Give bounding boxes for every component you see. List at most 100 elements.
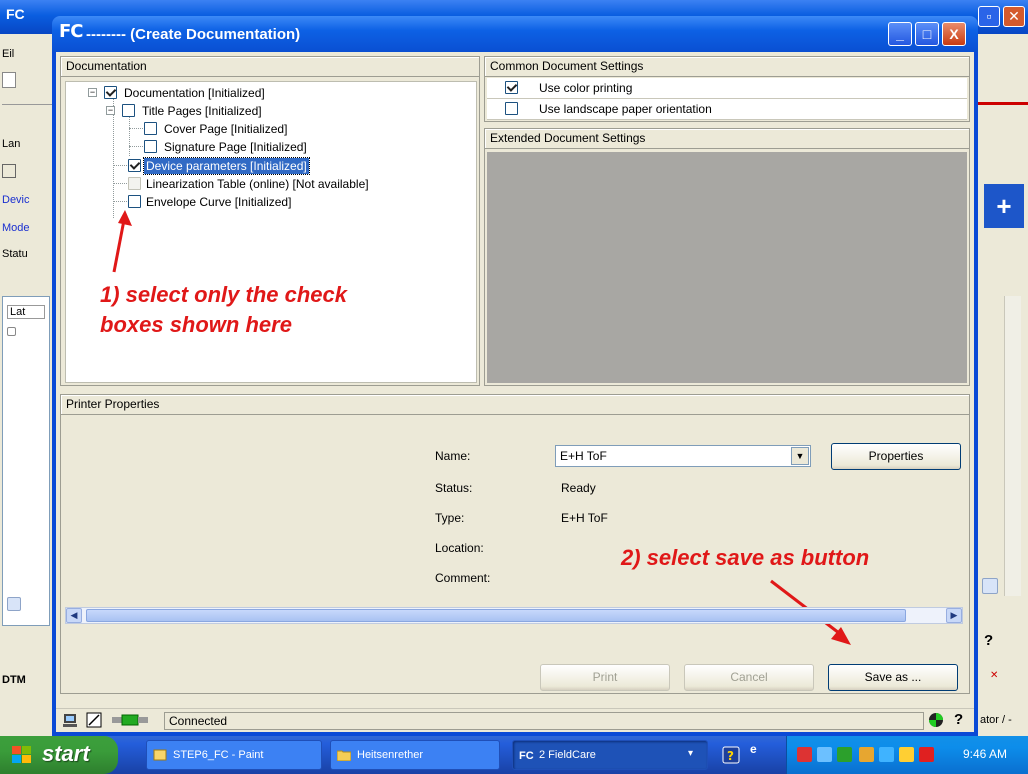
taskbar-item-label: 2 FieldCare bbox=[539, 749, 596, 761]
help-tray-icon[interactable]: ? bbox=[722, 746, 740, 764]
checkbox-device-parameters[interactable] bbox=[128, 159, 141, 172]
background-label-lan: Lan bbox=[2, 138, 21, 150]
printer-properties-group: Printer Properties Name: E+H ToF ▼ Prope… bbox=[60, 394, 970, 694]
help-icon[interactable]: ? bbox=[954, 711, 963, 728]
taskbar-item-label: Heitsenrether bbox=[357, 749, 424, 761]
taskbar-group-arrow-icon[interactable]: ▾ bbox=[688, 748, 693, 759]
checkbox-title-pages[interactable] bbox=[122, 104, 135, 117]
tree-item-title-pages[interactable]: − Title Pages [Initialized] bbox=[66, 102, 466, 120]
tree-item-envelope-curve[interactable]: Envelope Curve [Initialized] bbox=[66, 193, 466, 211]
taskbar-item-folder[interactable]: Heitsenrether bbox=[330, 740, 500, 770]
printer-status-value: Ready bbox=[561, 481, 596, 495]
background-dtm-tab[interactable]: DTM bbox=[2, 674, 50, 686]
computer-icon bbox=[63, 714, 77, 727]
system-tray: 9:46 AM bbox=[786, 736, 1028, 774]
printer-name-value: E+H ToF bbox=[560, 449, 607, 463]
connection-icon bbox=[112, 714, 148, 726]
svg-text:?: ? bbox=[727, 749, 734, 763]
dialog-body: Documentation − Documentation [Initializ… bbox=[56, 52, 974, 732]
tree-item-signature-page[interactable]: Signature Page [Initialized] bbox=[66, 138, 466, 156]
dialog-titlebar[interactable]: FC -------- (Create Documentation) _ □ X bbox=[52, 16, 978, 52]
background-vertical-scrollbar[interactable] bbox=[1004, 296, 1021, 596]
antivirus-icon[interactable] bbox=[797, 747, 812, 762]
common-settings-header: Common Document Settings bbox=[485, 57, 969, 77]
option-color-printing[interactable]: Use color printing bbox=[487, 78, 967, 99]
background-right-panel: + ? ✕ ator / - bbox=[978, 34, 1028, 734]
printer-horizontal-scrollbar[interactable]: ◀ ▶ bbox=[65, 607, 963, 624]
background-help-icon[interactable]: ? bbox=[984, 632, 1024, 652]
windows-logo-icon bbox=[12, 746, 31, 763]
checkbox-color-printing[interactable] bbox=[505, 81, 518, 94]
extended-settings-header: Extended Document Settings bbox=[485, 129, 969, 149]
documentation-group: Documentation − Documentation [Initializ… bbox=[60, 56, 480, 386]
taskbar-item-fieldcare[interactable]: FC 2 FieldCare bbox=[512, 740, 708, 770]
background-expand-icon[interactable] bbox=[7, 327, 16, 336]
background-status-text: ator / - bbox=[980, 714, 1012, 726]
ie-tray-icon[interactable]: e bbox=[750, 742, 757, 756]
windows-taskbar: start STEP6_FC - Paint Heitsenrether FC … bbox=[0, 736, 1028, 774]
printer-properties-header: Printer Properties bbox=[61, 395, 969, 415]
usb-icon[interactable] bbox=[899, 747, 914, 762]
printer-type-label: Type: bbox=[435, 511, 465, 525]
background-app-logo: FC bbox=[6, 6, 25, 22]
documentation-tree: − Documentation [Initialized] − Title Pa… bbox=[65, 81, 477, 383]
taskbar-item-label: STEP6_FC - Paint bbox=[173, 749, 264, 761]
network-icon[interactable] bbox=[817, 747, 832, 762]
documentation-header: Documentation bbox=[61, 57, 479, 77]
paint-icon bbox=[153, 749, 167, 761]
printer-name-select[interactable]: E+H ToF ▼ bbox=[555, 445, 811, 467]
background-close-strip bbox=[978, 102, 1028, 105]
tree-label-selected: Device parameters [Initialized] bbox=[143, 157, 310, 175]
minimize-button[interactable]: _ bbox=[888, 22, 912, 46]
sync-icon[interactable] bbox=[837, 747, 852, 762]
annotation-step2: 2) select save as button bbox=[621, 545, 870, 570]
background-panel-icon[interactable] bbox=[2, 164, 16, 178]
background-column-header: Lat bbox=[7, 305, 45, 319]
security-icon[interactable] bbox=[919, 747, 934, 762]
annotation-arrow-up-icon bbox=[112, 210, 132, 273]
fieldcare-logo: FC bbox=[59, 21, 83, 42]
background-menu-file[interactable]: Eil bbox=[2, 48, 50, 60]
start-button[interactable]: start bbox=[0, 736, 118, 774]
background-label-device[interactable]: Devic bbox=[2, 194, 50, 206]
background-close-button[interactable]: ✕ bbox=[1003, 6, 1025, 27]
tree-item-linearization-table[interactable]: Linearization Table (online) [Not availa… bbox=[66, 175, 466, 193]
checkbox-envelope-curve[interactable] bbox=[128, 195, 141, 208]
warning-icon[interactable] bbox=[859, 747, 874, 762]
checkbox-cover-page[interactable] bbox=[144, 122, 157, 135]
print-button[interactable]: Print bbox=[540, 664, 670, 691]
checkbox-linearization-table bbox=[128, 177, 141, 190]
scroll-left-icon[interactable]: ◀ bbox=[66, 608, 82, 623]
tree-label: Linearization Table (online) [Not availa… bbox=[146, 177, 369, 191]
close-button[interactable]: X bbox=[942, 22, 966, 46]
tree-item-cover-page[interactable]: Cover Page [Initialized] bbox=[66, 120, 466, 138]
background-scroll-right-icon[interactable] bbox=[982, 578, 998, 594]
background-restore-button[interactable]: ▫ bbox=[978, 6, 1000, 27]
checkbox-documentation[interactable] bbox=[104, 86, 117, 99]
collapse-icon[interactable]: − bbox=[106, 106, 115, 115]
scrollbar-thumb[interactable] bbox=[86, 609, 906, 622]
checkbox-signature-page[interactable] bbox=[144, 140, 157, 153]
checkbox-landscape-orientation[interactable] bbox=[505, 102, 518, 115]
update-icon[interactable] bbox=[879, 747, 894, 762]
fieldcare-icon: FC bbox=[519, 750, 534, 762]
background-new-icon[interactable] bbox=[2, 72, 16, 88]
background-pin-icon[interactable]: ✕ bbox=[990, 670, 1022, 686]
clock: 9:46 AM bbox=[963, 747, 1008, 761]
tree-item-documentation[interactable]: − Documentation [Initialized] bbox=[66, 84, 466, 102]
tree-label: Signature Page [Initialized] bbox=[164, 140, 307, 154]
chevron-down-icon[interactable]: ▼ bbox=[791, 447, 809, 465]
background-scroll-left-icon[interactable] bbox=[7, 597, 21, 611]
cancel-button[interactable]: Cancel bbox=[684, 664, 814, 691]
background-label-model[interactable]: Mode bbox=[2, 222, 50, 234]
taskbar-item-paint[interactable]: STEP6_FC - Paint bbox=[146, 740, 322, 770]
save-as-button[interactable]: Save as ... bbox=[828, 664, 958, 691]
tree-item-device-parameters[interactable]: Device parameters [Initialized] bbox=[66, 157, 466, 175]
maximize-button[interactable]: □ bbox=[915, 22, 939, 46]
annotation-step1-line1: 1) select only the check bbox=[100, 282, 347, 307]
annotation-step1-line2: boxes shown here bbox=[100, 312, 292, 337]
collapse-icon[interactable]: − bbox=[88, 88, 97, 97]
properties-button[interactable]: Properties bbox=[831, 443, 961, 470]
scroll-right-icon[interactable]: ▶ bbox=[946, 608, 962, 623]
option-landscape-orientation[interactable]: Use landscape paper orientation bbox=[487, 99, 967, 120]
